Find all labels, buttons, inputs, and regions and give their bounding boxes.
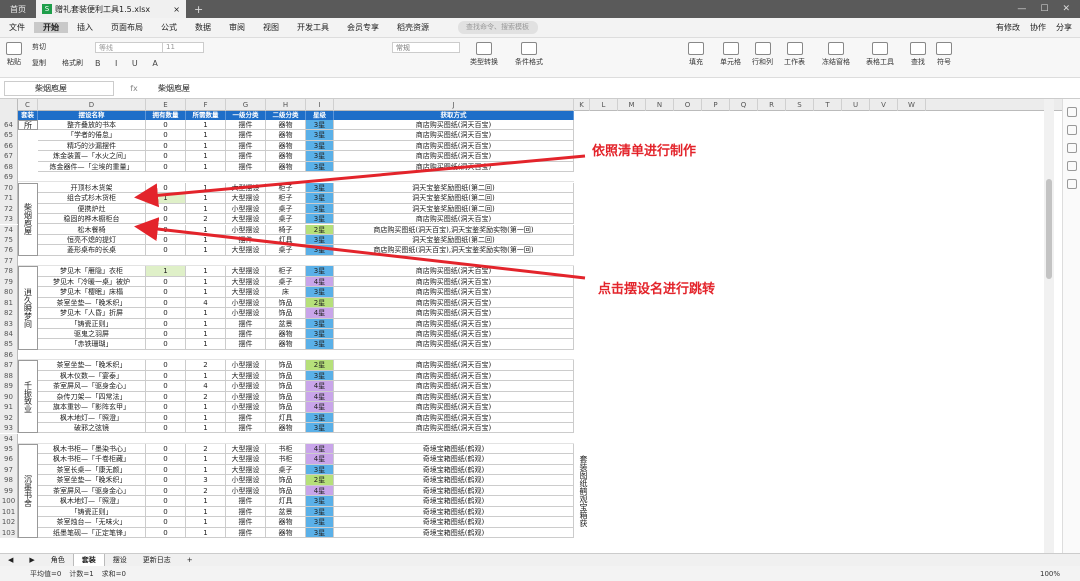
annotation-arrows xyxy=(134,154,586,280)
add-sheet-icon[interactable]: + xyxy=(179,554,201,567)
zoom-level[interactable]: 100% xyxy=(1040,570,1080,578)
sheet-nav-icon[interactable]: ◀ xyxy=(0,554,21,567)
status-average: 平均值=0 xyxy=(30,569,62,578)
sheet-tab[interactable]: 更新日志 xyxy=(135,554,179,567)
sheet-tab[interactable]: 摆设 xyxy=(105,554,135,567)
sheet-nav-icon[interactable]: ▶ xyxy=(21,554,42,567)
arrow-to-list xyxy=(134,154,586,208)
annotation-1: 依照清单进行制作 xyxy=(592,144,697,159)
sheet-tab[interactable]: 角色 xyxy=(43,554,73,567)
sheet-tab[interactable]: 套装 xyxy=(72,553,105,567)
annotation-2: 点击摆设名进行跳转 xyxy=(598,282,716,297)
arrow-to-name xyxy=(134,217,586,280)
status-sum: 求和=0 xyxy=(101,569,126,578)
sheet-tab-bar: ◀ ▶ 角色 套装 摆设 更新日志 + xyxy=(0,553,1080,567)
status-bar: 平均值=0 计数=1 求和=0 100% xyxy=(0,566,1080,581)
status-count: 计数=1 xyxy=(69,569,94,578)
